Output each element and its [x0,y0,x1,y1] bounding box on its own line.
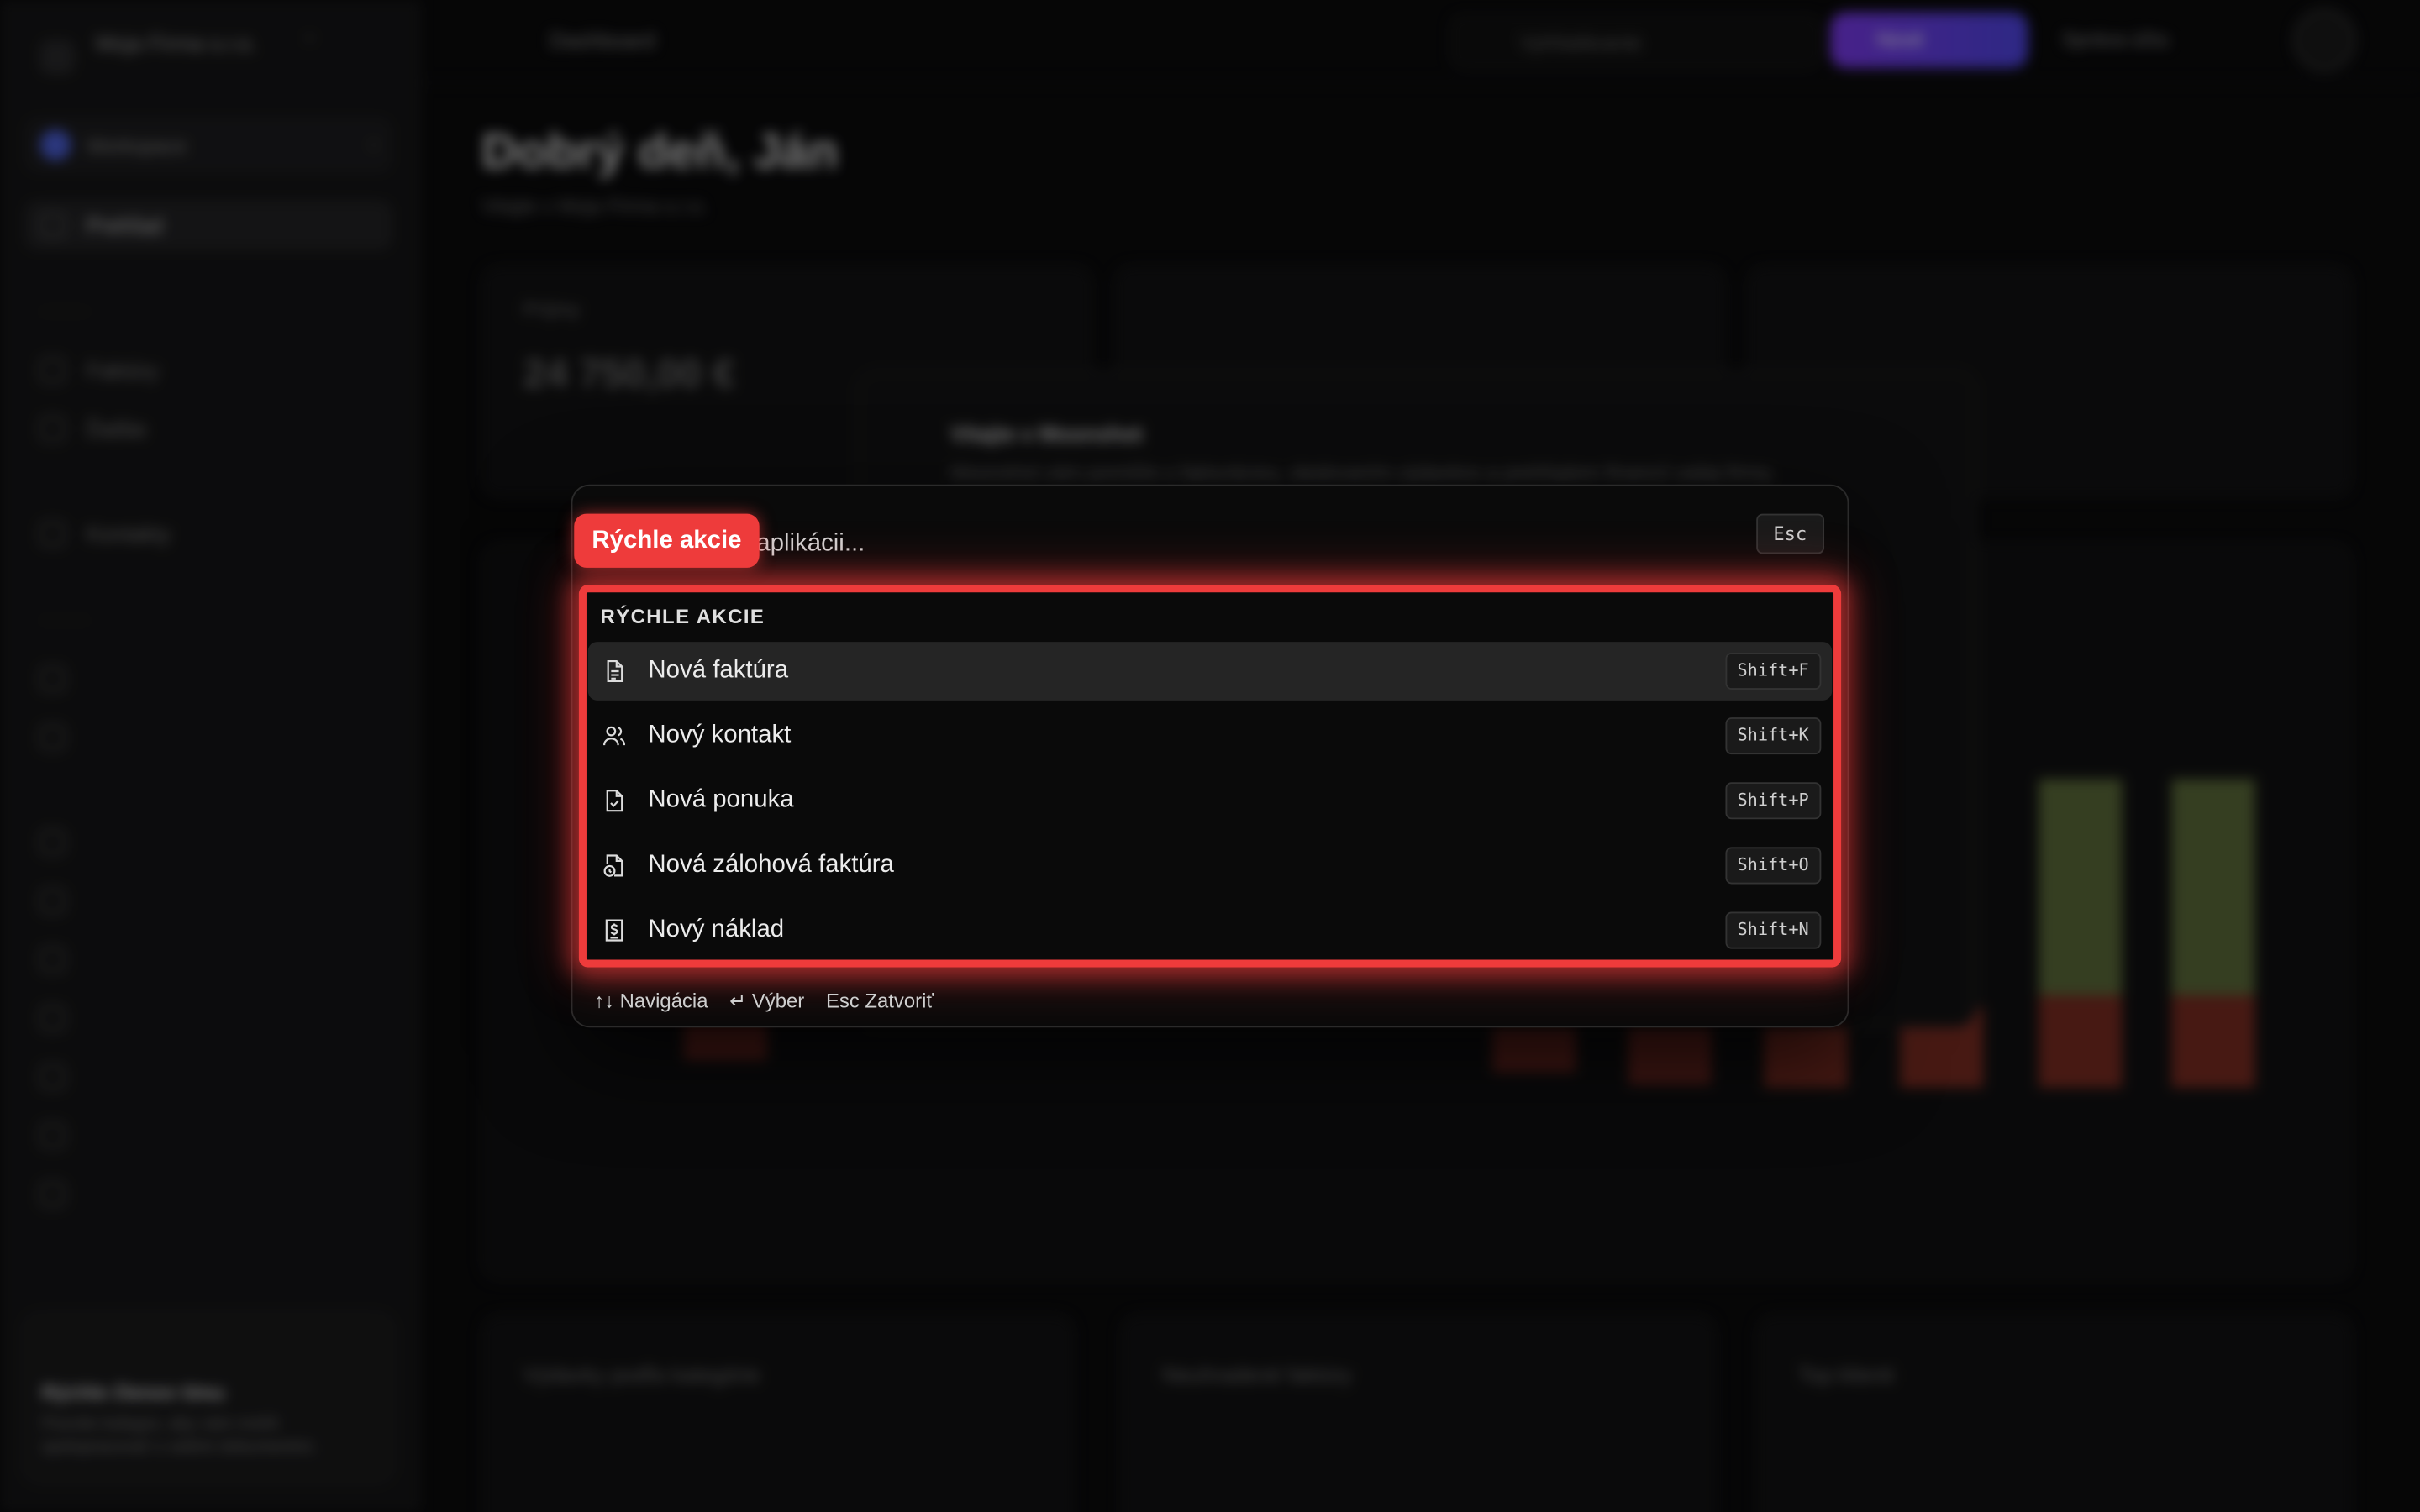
annotation-label: Rýchle akcie [574,513,760,568]
command-label: Nová zálohová faktúra [648,851,894,879]
command-item-new-invoice[interactable]: Nová faktúra Shift+F [587,642,1833,701]
command-label: Nová ponuka [648,786,794,813]
command-item-new-expense[interactable]: Nový náklad Shift+N [588,901,1832,960]
command-item-new-contact[interactable]: Nový kontakt Shift+K [588,706,1832,765]
hint-select: ↵ Výber [729,989,805,1012]
shortcut-badge: Shift+F [1724,652,1822,690]
receipt-dollar-icon [605,919,623,942]
quick-actions-group: RÝCHLE AKCIE Nová faktúra Shift+F Nový k… [578,585,1842,968]
shortcut-badge: Shift+O [1724,847,1822,885]
group-title: RÝCHLE AKCIE [600,605,765,628]
command-label: Nový kontakt [648,722,792,748]
esc-key-hint[interactable]: Esc [1756,513,1824,554]
hint-close: Esc Zatvoriť [825,989,934,1012]
command-label: Nová faktúra [648,657,789,684]
command-item-new-proforma[interactable]: Nová zálohová faktúra Shift+O [588,837,1832,895]
document-clock-icon [603,854,623,877]
command-search-input[interactable] [572,486,1848,582]
command-item-new-quote[interactable]: Nová ponuka Shift+P [588,771,1832,830]
document-icon [607,659,623,683]
command-label: Nový náklad [648,916,785,943]
shortcut-badge: Shift+K [1724,717,1822,755]
shortcut-badge: Shift+P [1724,782,1822,820]
hint-navigate: ↑↓ Navigácia [594,989,708,1012]
palette-footer: ↑↓ Navigácia ↵ Výber Esc Zatvoriť [594,989,934,1013]
command-palette: Esc RÝCHLE AKCIE Nová faktúra Shift+F No… [571,484,1849,1028]
shortcut-badge: Shift+N [1724,911,1822,949]
users-icon [602,726,626,746]
document-check-icon [606,790,623,812]
